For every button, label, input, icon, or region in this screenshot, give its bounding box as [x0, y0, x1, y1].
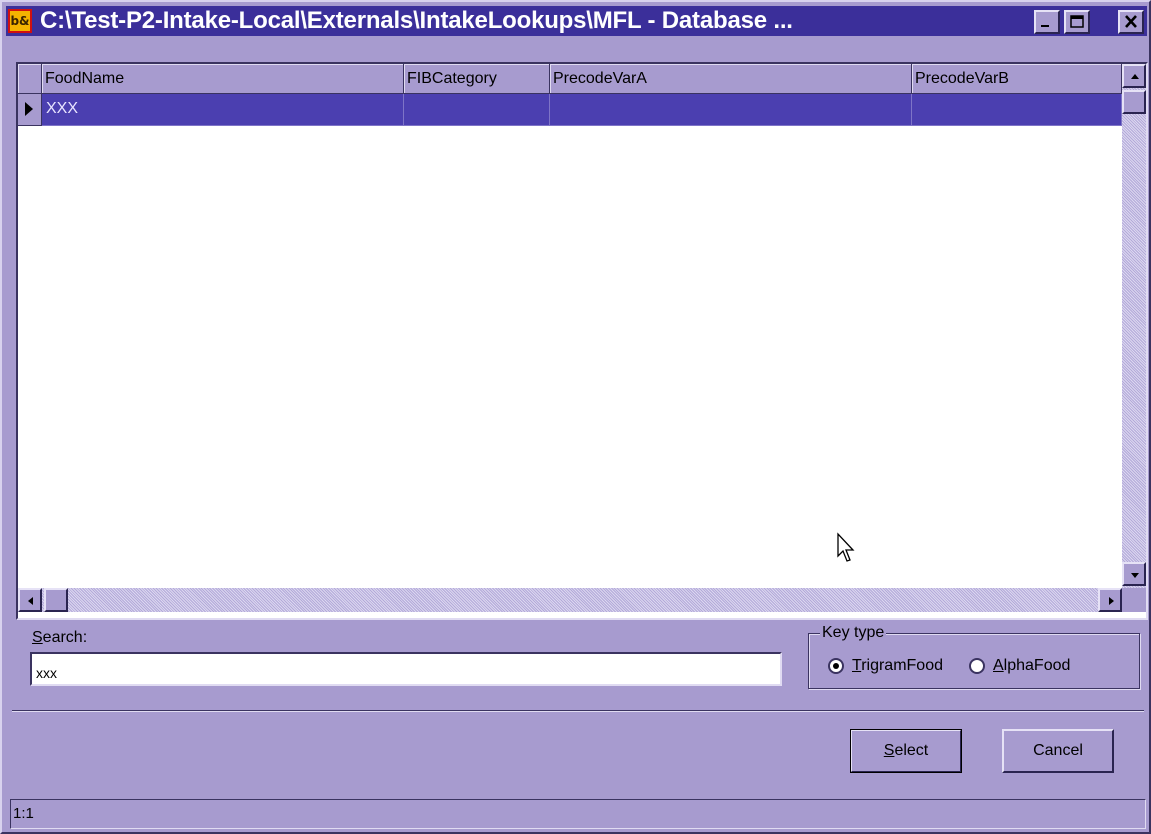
cell-foodname[interactable]: XXX: [42, 94, 404, 126]
radio-alphafood-label[interactable]: AlphaFood: [993, 657, 1070, 675]
select-button[interactable]: Select: [850, 729, 962, 773]
radio-alphafood-circle[interactable]: [969, 658, 985, 674]
close-button[interactable]: [1118, 10, 1144, 34]
app-icon[interactable]: b&: [8, 9, 32, 33]
status-bar: 1:1: [10, 799, 1146, 829]
radio-trigramfood-rest: rigramFood: [861, 657, 943, 674]
search-input[interactable]: [30, 652, 782, 686]
current-row-arrow-icon: [25, 102, 33, 116]
radio-trigramfood[interactable]: TrigramFood: [828, 655, 943, 677]
radio-trigramfood-accel: T: [852, 657, 862, 674]
results-grid[interactable]: FoodName FIBCategory PrecodeVarA Precode…: [16, 62, 1148, 620]
arrow-left-icon: [28, 597, 33, 605]
table-row[interactable]: XXX: [18, 94, 1122, 126]
title-bar[interactable]: b& C:\Test-P2-Intake-Local\Externals\Int…: [6, 6, 1147, 36]
lookup-dialog-window: b& C:\Test-P2-Intake-Local\Externals\Int…: [0, 0, 1151, 834]
select-button-rest: elect: [894, 742, 929, 759]
radio-alphafood-accel: A: [993, 657, 1004, 674]
select-button-accel: S: [883, 742, 895, 759]
column-header-fibcategory[interactable]: FIBCategory: [404, 64, 550, 94]
scrollbar-corner: [1122, 588, 1146, 612]
scroll-down-button[interactable]: [1122, 562, 1146, 586]
cell-precodevarb[interactable]: [912, 94, 1122, 126]
key-type-legend: Key type: [820, 624, 887, 642]
scroll-right-button[interactable]: [1098, 588, 1122, 612]
horizontal-scroll-thumb[interactable]: [44, 588, 68, 612]
column-header-precodevara[interactable]: PrecodeVarA: [550, 64, 912, 94]
separator-line: [12, 710, 1144, 712]
radio-selected-dot: [833, 663, 839, 669]
scroll-left-button[interactable]: [18, 588, 42, 612]
arrow-up-icon: [1131, 74, 1139, 79]
minimize-icon: [1041, 25, 1049, 27]
search-label: Search:: [32, 629, 87, 647]
close-icon: [1125, 15, 1137, 28]
arrow-right-icon: [1109, 597, 1114, 605]
maximize-icon: [1070, 15, 1084, 28]
radio-trigramfood-label[interactable]: TrigramFood: [852, 657, 943, 675]
row-indicator[interactable]: [18, 94, 42, 126]
cancel-button[interactable]: Cancel: [1002, 729, 1114, 773]
column-header-foodname[interactable]: FoodName: [42, 64, 404, 94]
horizontal-scrollbar[interactable]: [18, 588, 1122, 612]
vertical-scroll-thumb[interactable]: [1122, 90, 1146, 114]
radio-alphafood[interactable]: AlphaFood: [969, 655, 1070, 677]
window-title: C:\Test-P2-Intake-Local\Externals\Intake…: [40, 7, 793, 34]
cell-fibcategory[interactable]: [404, 94, 550, 126]
minimize-button[interactable]: [1034, 10, 1060, 34]
mouse-pointer-icon: [837, 532, 855, 562]
search-label-rest: earch:: [42, 629, 88, 646]
radio-alphafood-rest: lphaFood: [1003, 657, 1071, 674]
header-indicator-cell: [18, 64, 42, 94]
maximize-button[interactable]: [1064, 10, 1090, 34]
arrow-down-icon: [1131, 573, 1139, 578]
grid-header: FoodName FIBCategory PrecodeVarA Precode…: [18, 64, 1122, 94]
search-label-accel: S: [32, 629, 43, 646]
scroll-up-button[interactable]: [1122, 64, 1146, 88]
radio-trigramfood-circle[interactable]: [828, 658, 844, 674]
cell-precodevara[interactable]: [550, 94, 912, 126]
column-header-precodevarb[interactable]: PrecodeVarB: [912, 64, 1122, 94]
vertical-scrollbar[interactable]: [1122, 64, 1146, 588]
